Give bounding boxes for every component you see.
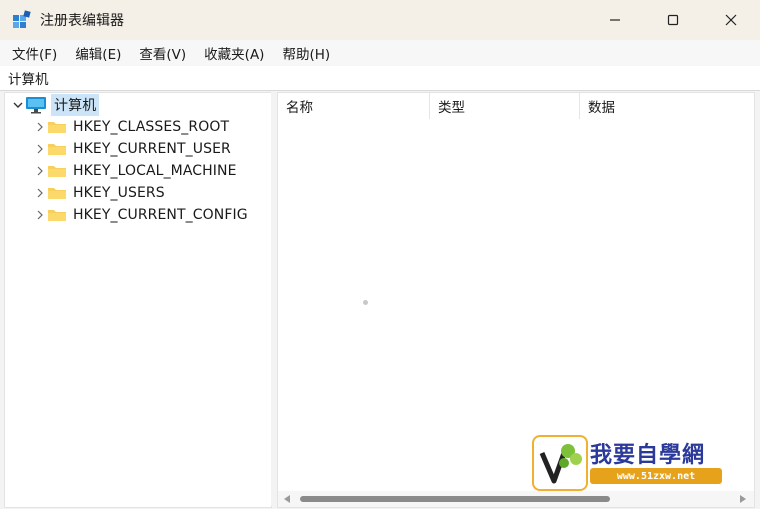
tree-item-hkcu[interactable]: HKEY_CURRENT_USER: [33, 138, 231, 160]
tree-item-label: HKEY_LOCAL_MACHINE: [73, 163, 237, 179]
address-path: 计算机: [8, 72, 49, 88]
chevron-down-icon[interactable]: [11, 98, 25, 112]
leaf-check-icon: [539, 444, 582, 484]
title-bar: 注册表编辑器: [0, 0, 760, 40]
folder-icon: [48, 210, 66, 221]
chevron-right-icon[interactable]: [33, 120, 47, 134]
column-header-data[interactable]: 数据: [580, 93, 754, 119]
tree-item-hklm[interactable]: HKEY_LOCAL_MACHINE: [33, 160, 237, 182]
watermark-badge: [532, 435, 588, 491]
window-title: 注册表编辑器: [40, 13, 124, 29]
close-button[interactable]: [702, 0, 760, 40]
scrollbar-thumb[interactable]: [300, 496, 610, 502]
menu-view[interactable]: 查看(V): [133, 43, 192, 63]
watermark-logo: 我要自學網 www.51zxw.net: [532, 435, 728, 493]
folder-icon: [48, 188, 66, 199]
registry-editor-icon: [13, 10, 31, 28]
tree-item-label: HKEY_CLASSES_ROOT: [73, 119, 230, 135]
chevron-right-icon[interactable]: [33, 142, 47, 156]
empty-area-dot: [363, 300, 368, 305]
scroll-right-icon[interactable]: [740, 495, 746, 503]
folder-icon: [48, 122, 66, 133]
chevron-right-icon[interactable]: [33, 208, 47, 222]
window-controls: [586, 0, 760, 40]
tree-item-hkcr[interactable]: HKEY_CLASSES_ROOT: [33, 116, 229, 138]
folder-icon: [48, 144, 66, 155]
horizontal-scrollbar[interactable]: [278, 491, 754, 507]
tree-item-hku[interactable]: HKEY_USERS: [33, 182, 165, 204]
chevron-right-icon[interactable]: [33, 164, 47, 178]
tree-item-computer[interactable]: 计算机: [11, 94, 100, 116]
values-list-pane[interactable]: 名称 类型 数据 我要自學網 www.51zxw.net: [277, 92, 755, 508]
minimize-icon: [610, 19, 620, 21]
tree-pane[interactable]: 计算机 HKEY_CLASSES_ROOT HKEY_CURRENT_USER …: [4, 92, 272, 508]
menu-bar: 文件(F) 编辑(E) 查看(V) 收藏夹(A) 帮助(H): [0, 40, 760, 66]
close-icon: [725, 14, 737, 26]
maximize-button[interactable]: [644, 0, 702, 40]
menu-help[interactable]: 帮助(H): [276, 43, 336, 63]
tree-item-label: HKEY_CURRENT_CONFIG: [73, 207, 248, 223]
watermark-url: www.51zxw.net: [590, 468, 722, 484]
list-header: 名称 类型 数据: [278, 93, 754, 119]
watermark-title: 我要自學網: [590, 443, 706, 468]
menu-edit[interactable]: 编辑(E): [69, 43, 127, 63]
tree-item-hkcc[interactable]: HKEY_CURRENT_CONFIG: [33, 204, 248, 226]
scroll-left-icon[interactable]: [284, 495, 290, 503]
menu-file[interactable]: 文件(F): [6, 43, 63, 63]
folder-icon: [48, 166, 66, 177]
maximize-icon: [667, 14, 679, 26]
column-header-type[interactable]: 类型: [430, 93, 580, 119]
tree-item-label: HKEY_CURRENT_USER: [73, 141, 231, 157]
minimize-button[interactable]: [586, 0, 644, 40]
column-header-name[interactable]: 名称: [278, 93, 430, 119]
computer-icon: [26, 97, 46, 114]
tree-item-label: 计算机: [51, 94, 100, 116]
tree-item-label: HKEY_USERS: [73, 185, 165, 201]
address-bar[interactable]: 计算机: [0, 66, 760, 91]
chevron-right-icon[interactable]: [33, 186, 47, 200]
menu-favorites[interactable]: 收藏夹(A): [198, 43, 270, 63]
